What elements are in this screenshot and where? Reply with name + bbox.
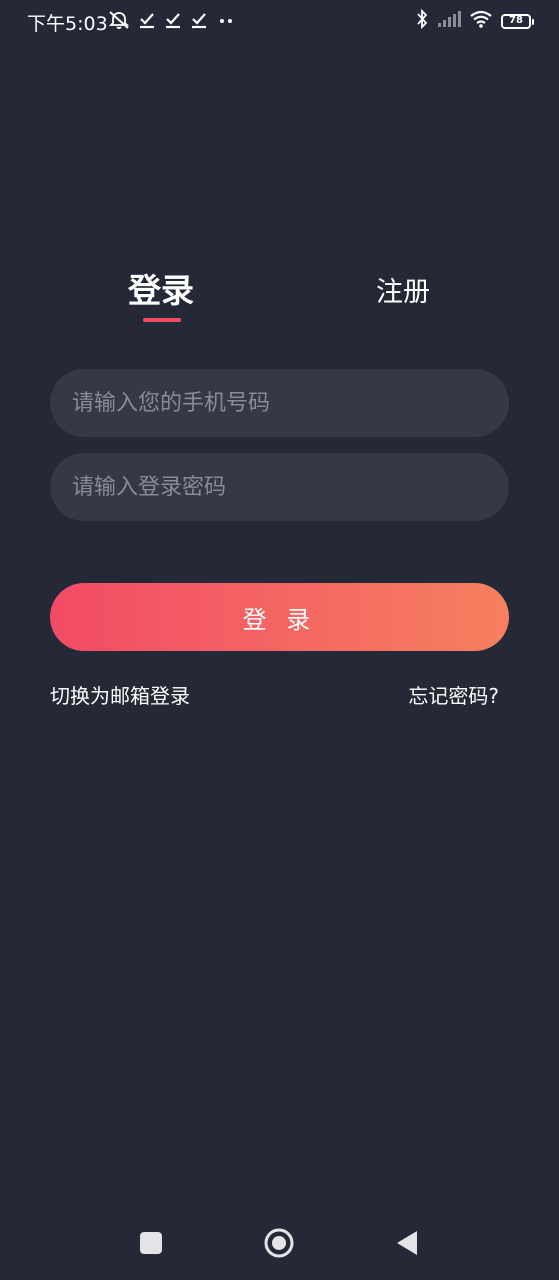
status-icons-left xyxy=(108,10,236,34)
status-icons-right: 78 xyxy=(415,8,534,33)
bluetooth-icon xyxy=(415,8,429,33)
tab-register[interactable]: 注册 xyxy=(376,270,430,309)
password-field-container xyxy=(50,453,509,521)
wifi-icon xyxy=(469,10,493,32)
check-icon xyxy=(190,11,208,33)
status-time: 下午5:03 xyxy=(27,13,108,35)
tab-login[interactable]: 登录 xyxy=(128,264,194,312)
battery-level: 78 xyxy=(509,15,523,26)
login-button[interactable]: 登 录 xyxy=(50,583,509,651)
recent-apps-icon[interactable] xyxy=(140,1232,162,1254)
check-icon xyxy=(164,11,182,33)
battery-icon: 78 xyxy=(501,13,534,29)
switch-to-email-link[interactable]: 切换为邮箱登录 xyxy=(50,680,190,709)
navigation-bar xyxy=(0,1210,559,1280)
forgot-password-link[interactable]: 忘记密码? xyxy=(408,680,499,709)
password-input[interactable] xyxy=(70,473,489,501)
back-icon[interactable] xyxy=(395,1229,419,1257)
more-dots-icon xyxy=(216,11,236,33)
home-icon[interactable] xyxy=(264,1228,294,1258)
phone-input[interactable] xyxy=(70,389,489,417)
check-icon xyxy=(138,11,156,33)
phone-field-container xyxy=(50,369,509,437)
status-bar: 下午5:03 78 xyxy=(0,0,559,44)
signal-icon xyxy=(437,10,461,32)
mute-notification-icon xyxy=(108,10,130,34)
active-tab-indicator xyxy=(143,318,181,322)
